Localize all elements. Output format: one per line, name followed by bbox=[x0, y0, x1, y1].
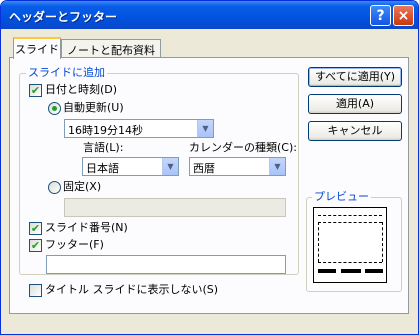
cancel-button[interactable]: キャンセル bbox=[308, 121, 402, 141]
chevron-down-icon[interactable]: ▼ bbox=[269, 158, 285, 175]
date-time-checkbox[interactable]: ✔ bbox=[29, 84, 42, 97]
dont-show-title-checkbox[interactable] bbox=[29, 284, 42, 297]
fixed-radio[interactable] bbox=[48, 181, 61, 194]
dont-show-title-label[interactable]: タイトル スライドに表示しない(S) bbox=[45, 283, 218, 297]
language-dropdown[interactable]: 日本語 ▼ bbox=[82, 157, 179, 176]
tab-notes-handouts[interactable]: ノートと配布資料 bbox=[61, 39, 161, 58]
calendar-type-label: カレンダーの種類(C): bbox=[189, 141, 297, 154]
preview-footer-placeholder bbox=[341, 269, 361, 273]
preview-body-left-edge bbox=[318, 222, 319, 262]
preview-title-placeholder bbox=[318, 215, 382, 216]
footer-checkbox[interactable]: ✔ bbox=[29, 239, 42, 252]
slide-number-label[interactable]: スライド番号(N) bbox=[45, 221, 128, 235]
preview-date-placeholder bbox=[318, 269, 336, 273]
window-title: ヘッダーとフッター bbox=[9, 10, 118, 24]
language-label: 言語(L): bbox=[83, 141, 124, 154]
tab-slide[interactable]: スライド bbox=[13, 37, 61, 59]
calendar-type-dropdown[interactable]: 西暦 ▼ bbox=[189, 157, 286, 176]
apply-button[interactable]: 適用(A) bbox=[308, 94, 402, 114]
include-group-label: スライドに追加 bbox=[26, 66, 107, 79]
preview-number-placeholder bbox=[365, 269, 383, 273]
radio-selected-dot bbox=[52, 106, 57, 111]
calendar-type-value: 西暦 bbox=[193, 162, 215, 175]
footer-input[interactable] bbox=[46, 255, 286, 274]
preview-title-placeholder-bottom bbox=[318, 222, 382, 223]
close-button[interactable]: × bbox=[393, 5, 414, 26]
preview-body-placeholder bbox=[318, 262, 382, 263]
apply-all-button[interactable]: すべてに適用(Y) bbox=[308, 67, 402, 87]
preview-body-right-edge bbox=[382, 222, 383, 262]
time-format-dropdown[interactable]: 16時19分14秒 ▼ bbox=[64, 119, 214, 138]
dialog-window: ヘッダーとフッター ? × スライド ノートと配布資料 スライドに追加 ✔ 日付… bbox=[0, 0, 419, 335]
preview-thumbnail bbox=[313, 207, 387, 283]
fixed-date-input[interactable] bbox=[64, 198, 286, 217]
language-value: 日本語 bbox=[86, 162, 119, 175]
title-bar[interactable]: ヘッダーとフッター ? × bbox=[1, 1, 418, 29]
footer-label[interactable]: フッター(F) bbox=[45, 238, 104, 252]
chevron-down-icon[interactable]: ▼ bbox=[162, 158, 178, 175]
preview-label: プレビュー bbox=[312, 190, 371, 203]
auto-update-label[interactable]: 自動更新(U) bbox=[63, 101, 124, 115]
date-time-label[interactable]: 日付と時刻(D) bbox=[45, 83, 117, 97]
fixed-label[interactable]: 固定(X) bbox=[63, 180, 101, 194]
time-format-value: 16時19分14秒 bbox=[68, 124, 143, 137]
auto-update-radio[interactable] bbox=[48, 102, 61, 115]
help-button[interactable]: ? bbox=[370, 5, 391, 26]
chevron-down-icon[interactable]: ▼ bbox=[197, 120, 213, 137]
slide-number-checkbox[interactable]: ✔ bbox=[29, 222, 42, 235]
